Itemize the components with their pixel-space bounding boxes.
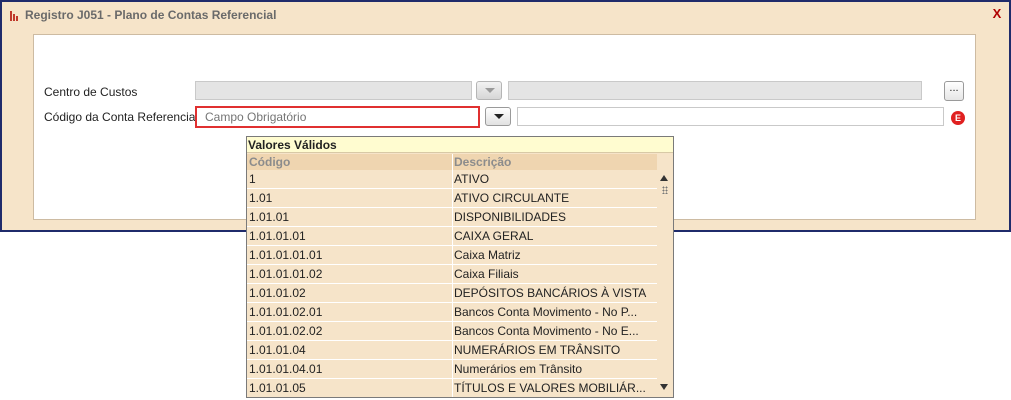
values-list: 1 ATIVO 1.01 ATIVO CIRCULANTE 1.01.01 DISPO… [247, 170, 657, 397]
row-description: ATIVO [454, 172, 490, 186]
table-row[interactable]: 1.01.01 DISPONIBILIDADES [247, 208, 657, 227]
table-row[interactable]: 1.01.01.04.01 Numerários em Trânsito [247, 360, 657, 379]
table-row[interactable]: 1.01.01.02.02 Bancos Conta Movimento - No… [247, 322, 657, 341]
codigo-conta-description-field [517, 107, 944, 126]
scroll-down-arrow-icon[interactable] [660, 384, 668, 390]
row-description: Bancos Conta Movimento - No E... [454, 324, 639, 338]
row-code: 1.01.01.02.01 [249, 305, 323, 319]
row-description: Bancos Conta Movimento - No P... [454, 305, 638, 319]
centro-de-custos-dropdown-button[interactable] [476, 81, 502, 100]
row-code: 1.01.01.04.01 [249, 362, 323, 376]
error-icon: E [951, 111, 965, 125]
close-button[interactable]: X [989, 6, 1005, 22]
scroll-up-arrow-icon[interactable] [660, 175, 668, 181]
table-row[interactable]: 1 ATIVO [247, 170, 657, 189]
row-description: Caixa Filiais [454, 267, 519, 281]
column-header-codigo: Código [249, 155, 291, 169]
popup-title: Valores Válidos [247, 137, 673, 153]
codigo-conta-dropdown-button[interactable] [485, 107, 511, 126]
table-row[interactable]: 1.01.01.01.01 Caixa Matriz [247, 246, 657, 265]
app-icon [10, 11, 18, 21]
scroll-grip-icon[interactable] [662, 186, 668, 194]
table-row[interactable]: 1.01.01.04 NUMERÁRIOS EM TRÂNSITO [247, 341, 657, 360]
table-row[interactable]: 1.01 ATIVO CIRCULANTE [247, 189, 657, 208]
table-row[interactable]: 1.01.01.01.02 Caixa Filiais [247, 265, 657, 284]
chevron-down-icon [485, 88, 495, 93]
row-code: 1.01.01.02 [249, 286, 306, 300]
table-row[interactable]: 1.01.01.02.01 Bancos Conta Movimento - No… [247, 303, 657, 322]
centro-de-custos-label: Centro de Custos [44, 85, 138, 99]
codigo-conta-referencial-label: Código da Conta Referencial [44, 110, 199, 124]
table-row[interactable]: 1.01.01.01 CAIXA GERAL [247, 227, 657, 246]
row-description: ATIVO CIRCULANTE [454, 191, 570, 205]
row-description: Numerários em Trânsito [454, 362, 583, 376]
row-description: TÍTULOS E VALORES MOBILIÁR... [454, 381, 646, 395]
row-description: NUMERÁRIOS EM TRÂNSITO [454, 343, 621, 357]
row-code: 1.01 [249, 191, 273, 205]
valores-validos-popup: Valores Válidos Código Descrição 1 ATIVO … [246, 136, 674, 398]
table-row[interactable]: 1.01.01.05 TÍTULOS E VALORES MOBILIÁR... [247, 379, 657, 397]
row-description: CAIXA GERAL [454, 229, 534, 243]
row-code: 1 [249, 172, 256, 186]
row-description: DISPONIBILIDADES [454, 210, 567, 224]
table-row[interactable]: 1.01.01.02 DEPÓSITOS BANCÁRIOS À VISTA [247, 284, 657, 303]
row-description: Caixa Matriz [454, 248, 521, 262]
centro-de-custos-description-field [508, 81, 922, 100]
row-code: 1.01.01.01.01 [249, 248, 323, 262]
row-code: 1.01.01 [249, 210, 290, 224]
chevron-down-icon [494, 114, 504, 119]
row-code: 1.01.01.01.02 [249, 267, 323, 281]
window-title: Registro J051 - Plano de Contas Referenc… [25, 8, 277, 22]
row-code: 1.01.01.02.02 [249, 324, 323, 338]
codigo-conta-referencial-input[interactable] [195, 106, 480, 128]
centro-de-custos-code-field [195, 81, 472, 100]
row-description: DEPÓSITOS BANCÁRIOS À VISTA [454, 286, 647, 300]
popup-scrollbar[interactable] [657, 170, 673, 397]
centro-de-custos-lookup-button[interactable]: ... [944, 81, 964, 101]
row-code: 1.01.01.01 [249, 229, 306, 243]
row-code: 1.01.01.05 [249, 381, 306, 395]
title-bar: Registro J051 - Plano de Contas Referenc… [2, 2, 1009, 30]
row-code: 1.01.01.04 [249, 343, 306, 357]
column-header-descricao: Descrição [454, 155, 512, 169]
